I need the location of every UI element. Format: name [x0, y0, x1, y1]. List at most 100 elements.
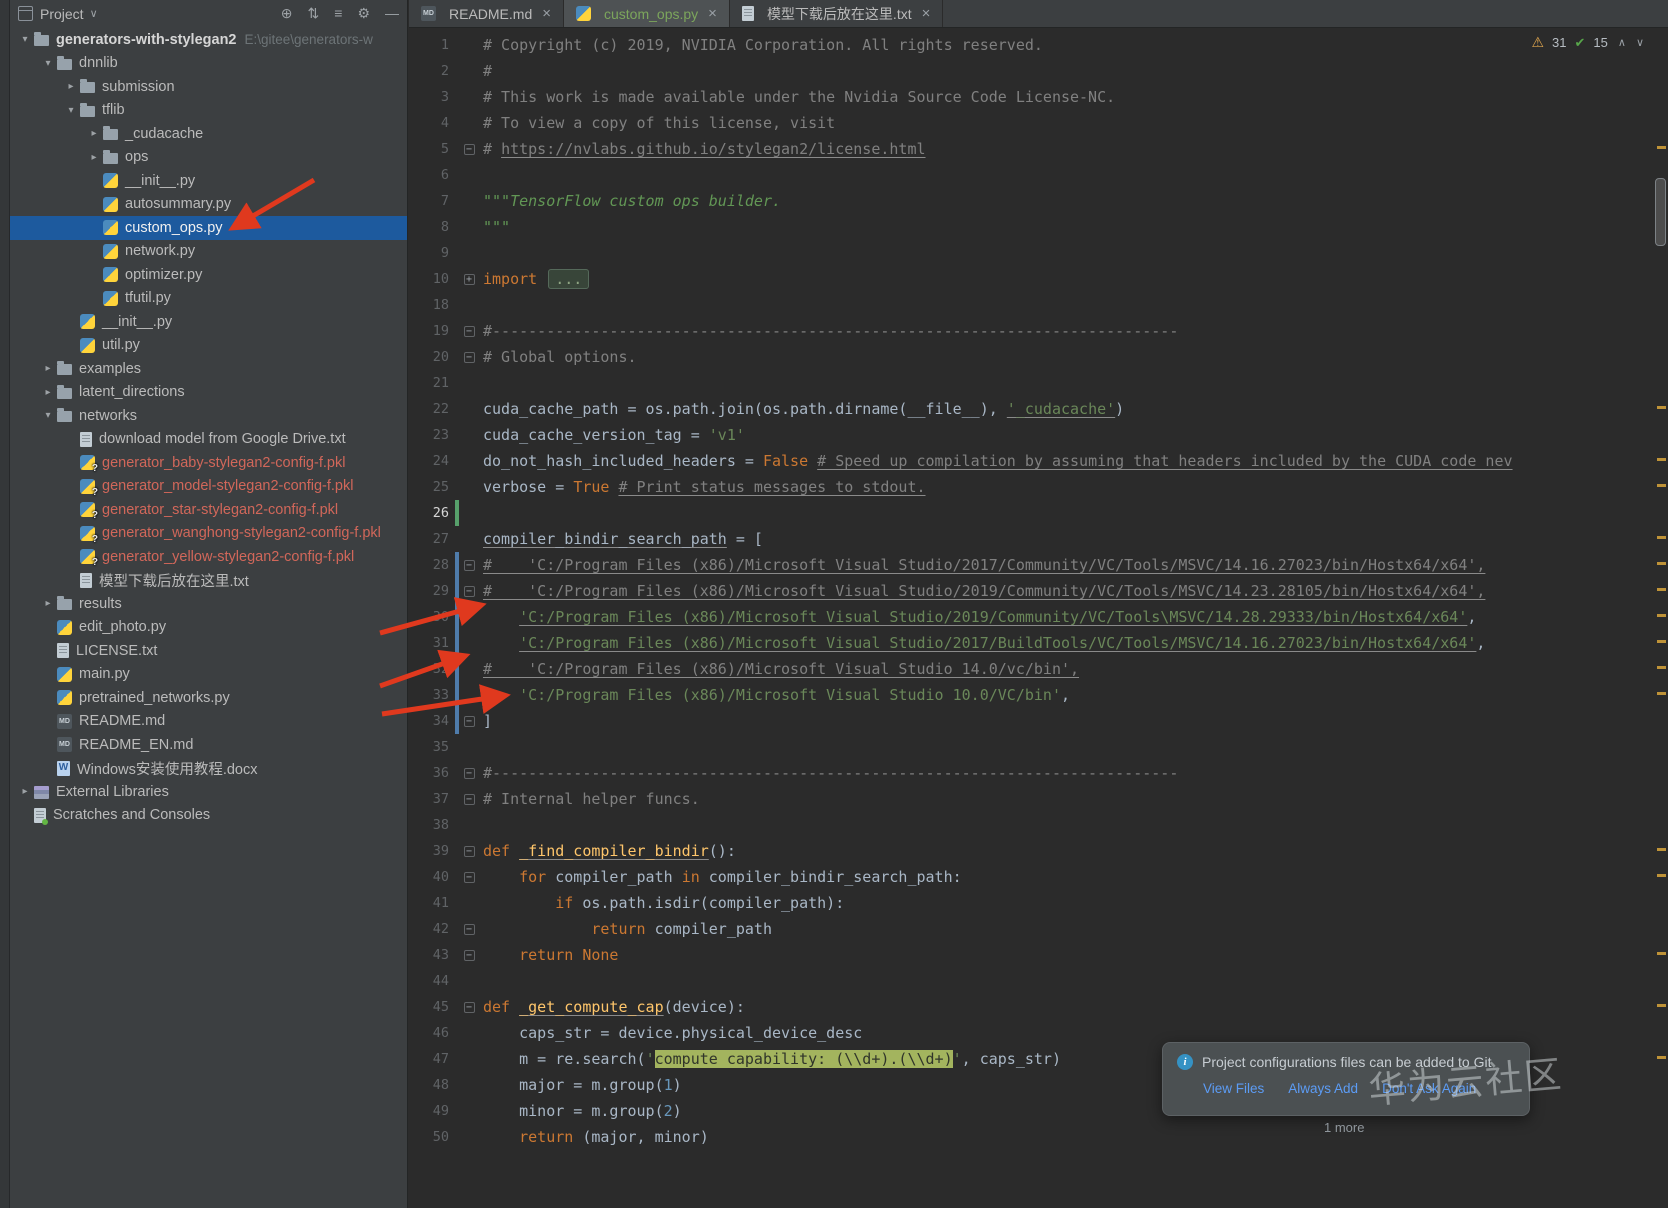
tree-item[interactable]: ▸ results: [10, 592, 407, 616]
unfold-icon[interactable]: +: [463, 273, 475, 285]
tree-item[interactable]: README.md: [10, 710, 407, 734]
editor-tab[interactable]: 模型下载后放在这里.txt ×: [730, 0, 944, 27]
chevron-down-icon[interactable]: ∨: [90, 7, 98, 20]
view-files-link[interactable]: View Files: [1203, 1081, 1264, 1096]
line-number[interactable]: 9: [409, 240, 455, 266]
fold-icon[interactable]: −: [463, 559, 475, 571]
tree-item[interactable]: generator_wanghong-stylegan2-config-f.pk…: [10, 522, 407, 546]
line-number[interactable]: 25: [409, 474, 455, 500]
line-number[interactable]: 47: [409, 1046, 455, 1072]
tree-item[interactable]: ▾ generators-with-stylegan2 E:\gitee\gener…: [10, 28, 407, 52]
line-number[interactable]: 29: [409, 578, 455, 604]
line-number[interactable]: 38: [409, 812, 455, 838]
tree-item[interactable]: __init__.py: [10, 169, 407, 193]
dont-ask-again-link[interactable]: Don't Ask Again: [1382, 1081, 1476, 1096]
code-line[interactable]: 42− return compiler_path: [409, 916, 1654, 942]
tree-item[interactable]: ▸ External Libraries: [10, 780, 407, 804]
settings-button[interactable]: ⚙: [357, 5, 370, 21]
fold-icon[interactable]: −: [463, 351, 475, 363]
tree-item[interactable]: ▸ _cudacache: [10, 122, 407, 146]
chevron-collapsed-icon[interactable]: ▸: [39, 363, 57, 374]
code-line[interactable]: 40− for compiler_path in compiler_bindir…: [409, 864, 1654, 890]
code-line[interactable]: 41 if os.path.isdir(compiler_path):: [409, 890, 1654, 916]
fold-icon[interactable]: −: [463, 1001, 475, 1013]
line-number[interactable]: 39: [409, 838, 455, 864]
line-number[interactable]: 50: [409, 1124, 455, 1150]
code-line[interactable]: 20− # Global options.: [409, 344, 1654, 370]
chevron-collapsed-icon[interactable]: ▸: [85, 152, 103, 163]
code-line[interactable]: 39− def _find_compiler_bindir():: [409, 838, 1654, 864]
fold-icon[interactable]: −: [463, 585, 475, 597]
code-line[interactable]: 22 cuda_cache_path = os.path.join(os.path…: [409, 396, 1654, 422]
line-number[interactable]: 8: [409, 214, 455, 240]
tree-item[interactable]: ▸ submission: [10, 75, 407, 99]
code-line[interactable]: 45− def _get_compute_cap(device):: [409, 994, 1654, 1020]
line-number[interactable]: 37: [409, 786, 455, 812]
line-number[interactable]: 3: [409, 84, 455, 110]
editor-scrollbar[interactable]: [1654, 28, 1668, 1208]
close-icon[interactable]: ×: [542, 5, 551, 22]
line-number[interactable]: 23: [409, 422, 455, 448]
code-line[interactable]: 18: [409, 292, 1654, 318]
close-icon[interactable]: ×: [922, 5, 931, 22]
tree-item[interactable]: optimizer.py: [10, 263, 407, 287]
scrollbar-thumb[interactable]: [1655, 178, 1666, 246]
tree-item[interactable]: generator_baby-stylegan2-config-f.pkl: [10, 451, 407, 475]
code-line[interactable]: 34−]: [409, 708, 1654, 734]
code-line[interactable]: 27 compiler_bindir_search_path = [: [409, 526, 1654, 552]
chevron-expanded-icon[interactable]: ▾: [39, 410, 57, 421]
chevron-expanded-icon[interactable]: ▾: [39, 58, 57, 69]
tree-item[interactable]: Scratches and Consoles: [10, 804, 407, 828]
code-line[interactable]: 33 'C:/Program Files (x86)/Microsoft Vis…: [409, 682, 1654, 708]
code-line[interactable]: 36− #------------------------------------…: [409, 760, 1654, 786]
line-number[interactable]: 24: [409, 448, 455, 474]
editor-tab[interactable]: README.md ×: [409, 0, 564, 27]
chevron-collapsed-icon[interactable]: ▸: [62, 81, 80, 92]
code-line[interactable]: 32 # 'C:/Program Files (x86)/Microsoft Vi…: [409, 656, 1654, 682]
tree-item[interactable]: generator_model-stylegan2-config-f.pkl: [10, 475, 407, 499]
line-number[interactable]: 48: [409, 1072, 455, 1098]
code-line[interactable]: 29− # 'C:/Program Files (x86)/Microsoft V…: [409, 578, 1654, 604]
code-line[interactable]: 10 + import ...: [409, 266, 1654, 292]
code-line[interactable]: 8 """: [409, 214, 1654, 240]
tree-item[interactable]: LICENSE.txt: [10, 639, 407, 663]
line-number[interactable]: 44: [409, 968, 455, 994]
tree-item[interactable]: tfutil.py: [10, 287, 407, 311]
code-line[interactable]: 21: [409, 370, 1654, 396]
line-number[interactable]: 18: [409, 292, 455, 318]
line-number[interactable]: 27: [409, 526, 455, 552]
line-number[interactable]: 41: [409, 890, 455, 916]
code-line[interactable]: 7 """TensorFlow custom ops builder.: [409, 188, 1654, 214]
close-icon[interactable]: ×: [708, 5, 717, 22]
line-number[interactable]: 34: [409, 708, 455, 734]
code-line[interactable]: 35: [409, 734, 1654, 760]
code-line[interactable]: 44: [409, 968, 1654, 994]
code-line[interactable]: 30 'C:/Program Files (x86)/Microsoft Vis…: [409, 604, 1654, 630]
tree-item[interactable]: autosummary.py: [10, 193, 407, 217]
next-warning-icon[interactable]: ∨: [1636, 36, 1644, 49]
line-number[interactable]: 22: [409, 396, 455, 422]
fold-icon[interactable]: −: [463, 871, 475, 883]
line-number[interactable]: 7: [409, 188, 455, 214]
tree-item[interactable]: generator_yellow-stylegan2-config-f.pkl: [10, 545, 407, 569]
fold-icon[interactable]: −: [463, 767, 475, 779]
line-number[interactable]: 49: [409, 1098, 455, 1124]
locate-file-button[interactable]: ⊕: [281, 5, 293, 21]
tree-item[interactable]: README_EN.md: [10, 733, 407, 757]
tree-item[interactable]: pretrained_networks.py: [10, 686, 407, 710]
tree-item[interactable]: ▾ networks: [10, 404, 407, 428]
code-line[interactable]: 5− # https://nvlabs.github.io/stylegan2/l…: [409, 136, 1654, 162]
fold-icon[interactable]: −: [463, 143, 475, 155]
code-line[interactable]: 3 # This work is made available under the…: [409, 84, 1654, 110]
hide-panel-button[interactable]: —: [385, 5, 399, 21]
code-line[interactable]: 50 return (major, minor): [409, 1124, 1654, 1150]
line-number[interactable]: 2: [409, 58, 455, 84]
code-line[interactable]: 43− return None: [409, 942, 1654, 968]
line-number[interactable]: 46: [409, 1020, 455, 1046]
tree-item[interactable]: ▾ dnnlib: [10, 52, 407, 76]
tree-item[interactable]: ▸ ops: [10, 146, 407, 170]
editor[interactable]: 1 # Copyright (c) 2019, NVIDIA Corporatio…: [409, 28, 1668, 1208]
code-line[interactable]: 26: [409, 500, 1654, 526]
tree-item[interactable]: download model from Google Drive.txt: [10, 428, 407, 452]
tree-item[interactable]: ▸ examples: [10, 357, 407, 381]
